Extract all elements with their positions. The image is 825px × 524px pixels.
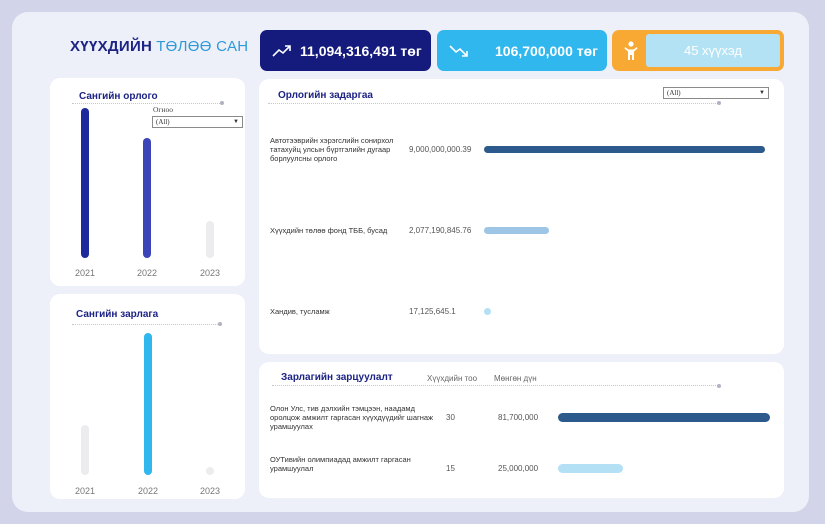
fund-income-divider <box>72 103 222 104</box>
income-row-amount: 2,077,190,845.76 <box>409 226 472 235</box>
bar-2021[interactable] <box>81 425 89 475</box>
page-title: ХҮҮХДИЙН ТӨЛӨӨ САН <box>70 38 248 55</box>
trend-up-icon <box>272 44 291 57</box>
year-label-2022: 2022 <box>137 486 159 496</box>
income-filter-value: (All) <box>667 89 681 97</box>
income-row-amount: 17,125,645.1 <box>409 307 456 316</box>
income-kpi-value: 11,094,316,491 төг <box>300 42 422 59</box>
expense-allocation-slider-handle[interactable] <box>717 384 721 388</box>
title-part2: ТӨЛӨӨ САН <box>156 38 249 55</box>
year-label-2023: 2023 <box>199 486 221 496</box>
income-breakdown-divider <box>268 103 720 104</box>
income-row-label: Хандив, тусламж <box>270 307 330 316</box>
income-breakdown-slider-handle[interactable] <box>717 101 721 105</box>
bar-2023[interactable] <box>206 220 214 258</box>
income-kpi: 11,094,316,491 төг <box>260 30 431 71</box>
expense-row-bar[interactable] <box>558 413 770 422</box>
year-label-2021: 2021 <box>74 486 96 496</box>
date-filter-dropdown[interactable]: (All) ▼ <box>152 116 243 128</box>
bar-2022[interactable] <box>144 333 152 475</box>
expense-row-children: 30 <box>446 413 455 422</box>
expense-row-amount: 81,700,000 <box>498 413 539 422</box>
date-filter-value: (All) <box>156 118 170 126</box>
income-row-bar[interactable] <box>484 308 491 315</box>
caret-down-icon: ▼ <box>233 119 239 125</box>
income-breakdown-title: Орлогийн задаргаа <box>278 90 373 101</box>
expense-row-children: 15 <box>446 464 455 473</box>
fund-expense-slider-handle[interactable] <box>218 322 222 326</box>
fund-expense-divider <box>72 324 222 325</box>
bar-2023[interactable] <box>206 467 214 475</box>
amount-column-header: Мөнгөн дүн <box>494 374 537 383</box>
date-filter-label: Огноо <box>153 105 174 114</box>
expense-row-bar[interactable] <box>558 464 623 473</box>
bar-2022[interactable] <box>143 138 151 258</box>
trend-down-icon <box>449 44 468 57</box>
children-kpi-value: 45 хүүхэд <box>646 34 780 67</box>
expense-kpi-value: 106,700,000 төг <box>495 42 598 59</box>
income-row-amount: 9,000,000,000.39 <box>409 145 472 154</box>
expense-row-label: Олон Улс, тив дэлхийн тэмцээн, наадамд о… <box>270 404 434 431</box>
year-label-2021: 2021 <box>74 268 96 278</box>
income-row-bar[interactable] <box>484 146 765 153</box>
income-row-label: Автотээврийн хэрэгслийн сонирхол татахуй… <box>270 136 394 163</box>
title-part1: ХҮҮХДИЙН <box>70 38 153 55</box>
expense-row-amount: 25,000,000 <box>498 464 539 473</box>
income-row-bar[interactable] <box>484 227 549 234</box>
fund-income-slider-handle[interactable] <box>220 101 224 105</box>
expense-row-label: ОУТивийн олимпиадад амжилт гаргасан урам… <box>270 455 411 473</box>
caret-down-icon: ▼ <box>759 90 765 96</box>
fund-income-title: Сангийн орлого <box>79 91 158 102</box>
year-label-2022: 2022 <box>136 268 158 278</box>
expense-kpi: 106,700,000 төг <box>437 30 607 71</box>
year-label-2023: 2023 <box>199 268 221 278</box>
income-row-label: Хүүхдийн төлөө фонд ТББ, бусад <box>270 226 388 235</box>
income-filter-dropdown[interactable]: (All) ▼ <box>663 87 769 99</box>
expense-allocation-divider <box>272 385 718 386</box>
bar-2021[interactable] <box>81 108 89 258</box>
child-icon <box>616 34 646 67</box>
children-count-column-header: Хүүхдийн тоо <box>427 374 478 383</box>
fund-expense-title: Сангийн зарлага <box>76 309 159 320</box>
children-kpi: 45 хүүхэд <box>612 30 784 71</box>
expense-allocation-title: Зарлагийн зарцуулалт <box>281 372 393 383</box>
